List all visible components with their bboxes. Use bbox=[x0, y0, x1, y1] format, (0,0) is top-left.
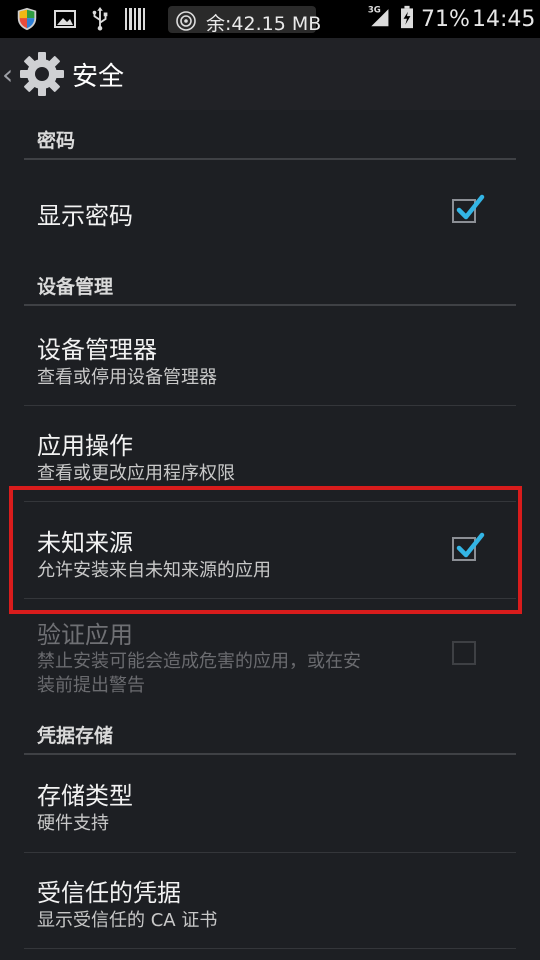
show-password-checkbox[interactable] bbox=[452, 194, 485, 223]
battery-percent: 71% bbox=[421, 7, 470, 32]
back-chevron-icon[interactable]: ‹ bbox=[2, 58, 13, 91]
device-admins-title: 设备管理器 bbox=[37, 336, 157, 364]
action-bar: ‹ 安全 bbox=[0, 38, 540, 110]
hotspot-icon bbox=[176, 11, 196, 31]
row-divider bbox=[24, 501, 516, 502]
image-icon bbox=[54, 10, 76, 28]
settings-list: 密码 显示密码 设备管理 设备管理器 查看或停用设备管理器 应用操作 查看或更改… bbox=[0, 110, 540, 960]
status-bar: 余:42.15 MB 3G 71% 14:45 bbox=[0, 0, 540, 38]
app-ops-title: 应用操作 bbox=[37, 432, 133, 460]
trusted-credentials-title: 受信任的凭据 bbox=[37, 879, 181, 907]
app-ops-summary: 查看或更改应用程序权限 bbox=[37, 463, 235, 484]
verify-apps-summary-line1: 禁止安装可能会造成危害的应用，或在安 bbox=[37, 651, 361, 672]
battery-icon bbox=[401, 5, 413, 29]
unknown-sources-title: 未知来源 bbox=[37, 529, 133, 557]
storage-type-title: 存储类型 bbox=[37, 782, 133, 810]
gear-icon[interactable] bbox=[18, 50, 66, 98]
page-title: 安全 bbox=[72, 62, 125, 92]
shield-icon bbox=[17, 7, 37, 31]
verify-apps-summary-line2: 装前提出警告 bbox=[37, 675, 145, 696]
row-divider bbox=[24, 948, 516, 949]
trusted-credentials-summary: 显示受信任的 CA 证书 bbox=[37, 910, 218, 931]
signal-icon: 3G bbox=[368, 6, 389, 27]
memory-text: 余:42.15 MB bbox=[206, 13, 322, 35]
unknown-sources-summary: 允许安装来自未知来源的应用 bbox=[37, 560, 271, 581]
row-divider bbox=[24, 405, 516, 406]
verify-apps-checkbox bbox=[452, 641, 476, 665]
section-divider bbox=[24, 753, 516, 755]
storage-type-summary: 硬件支持 bbox=[37, 813, 109, 834]
clock: 14:45 bbox=[472, 7, 536, 32]
section-divider bbox=[24, 158, 516, 160]
check-icon bbox=[456, 532, 485, 558]
check-icon bbox=[456, 194, 485, 220]
barcode-icon bbox=[125, 8, 145, 30]
row-divider bbox=[24, 852, 516, 853]
section-header-credential-storage: 凭据存储 bbox=[37, 725, 114, 747]
show-password-title: 显示密码 bbox=[37, 202, 133, 230]
network-type: 3G bbox=[368, 6, 381, 16]
section-header-device-admin: 设备管理 bbox=[37, 276, 114, 298]
unknown-sources-checkbox[interactable] bbox=[452, 532, 485, 561]
section-header-password: 密码 bbox=[37, 130, 76, 152]
usb-icon bbox=[92, 7, 108, 31]
section-divider bbox=[24, 304, 516, 306]
row-divider bbox=[24, 598, 516, 599]
verify-apps-title: 验证应用 bbox=[37, 621, 133, 649]
device-admins-summary: 查看或停用设备管理器 bbox=[37, 367, 217, 388]
